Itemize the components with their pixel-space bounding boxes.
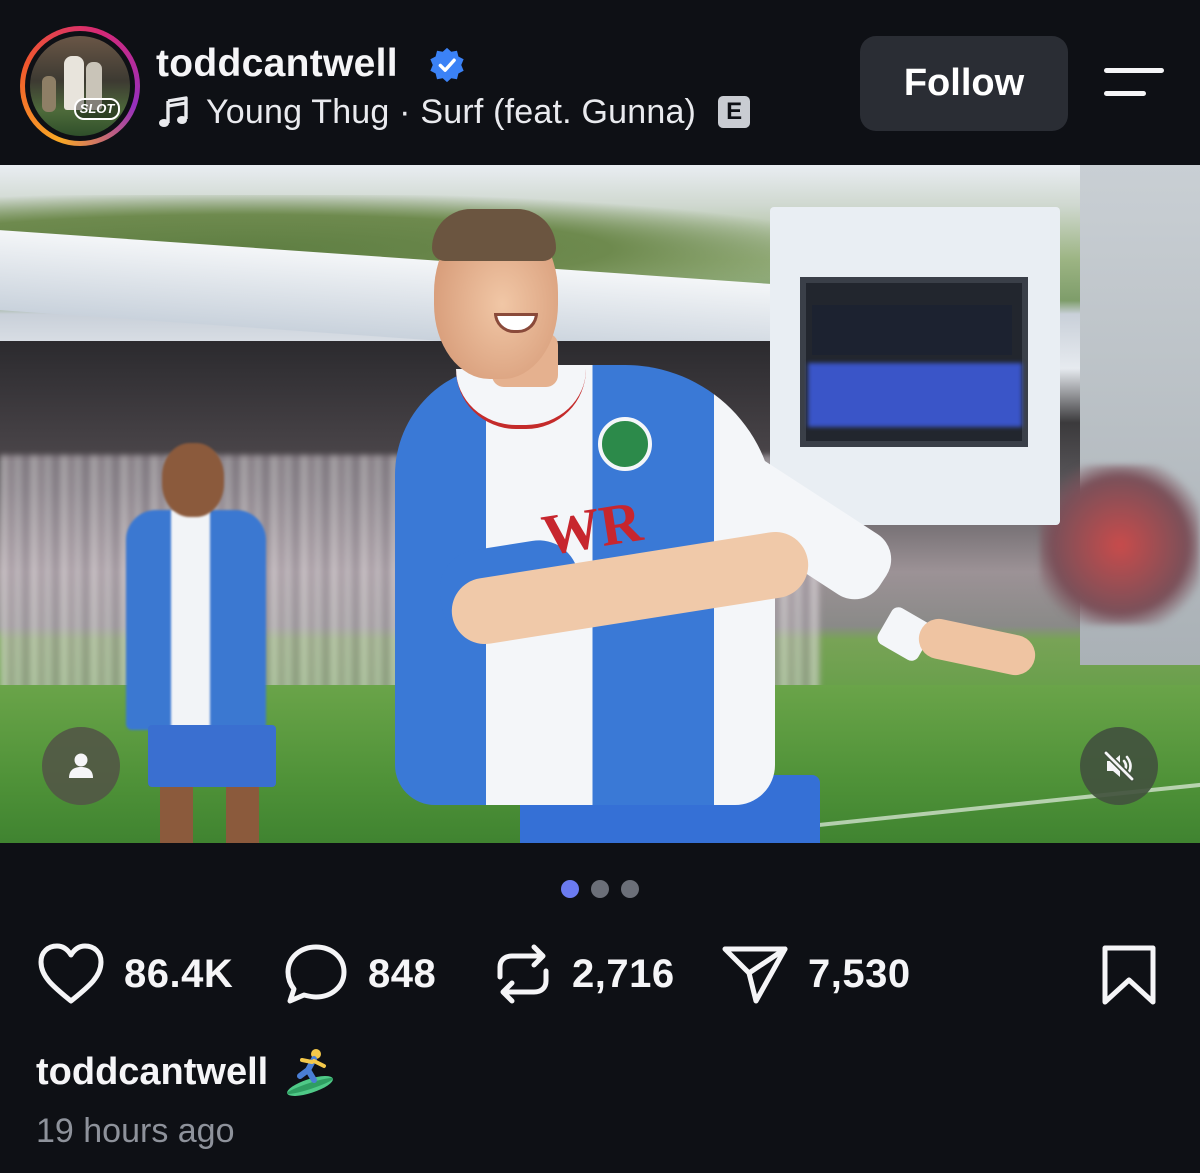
avatar-image: SLOT bbox=[30, 36, 130, 136]
post-timestamp: 19 hours ago bbox=[36, 1112, 235, 1150]
username[interactable]: toddcantwell bbox=[156, 42, 398, 86]
tagged-users-button[interactable] bbox=[42, 727, 120, 805]
action-bar: 86.4K 848 2,716 7,530 bbox=[0, 934, 1200, 1014]
carousel-dot bbox=[591, 880, 609, 898]
surfer-emoji bbox=[287, 1049, 334, 1096]
like-button[interactable]: 86.4K bbox=[36, 934, 233, 1014]
share-button[interactable]: 7,530 bbox=[720, 934, 911, 1014]
caption-username[interactable]: toddcantwell bbox=[36, 1051, 268, 1094]
verified-icon bbox=[430, 47, 464, 83]
carousel-indicator bbox=[0, 880, 1200, 904]
explicit-badge: E bbox=[718, 96, 751, 128]
menu-icon[interactable] bbox=[1100, 62, 1168, 102]
avatar-badge-text: SLOT bbox=[74, 98, 120, 120]
track-title: Young Thug · Surf (feat. Gunna) bbox=[206, 92, 697, 131]
repost-button[interactable]: 2,716 bbox=[492, 934, 675, 1014]
share-count: 7,530 bbox=[808, 951, 911, 996]
follow-button[interactable]: Follow bbox=[860, 36, 1068, 131]
comment-button[interactable]: 848 bbox=[282, 934, 436, 1014]
carousel-dot bbox=[621, 880, 639, 898]
user-tag-icon bbox=[69, 753, 93, 778]
comment-icon bbox=[285, 944, 347, 1004]
carousel-dot-active bbox=[561, 880, 579, 898]
share-icon bbox=[722, 946, 788, 1004]
like-count: 86.4K bbox=[124, 951, 234, 996]
caption: toddcantwell bbox=[36, 1044, 336, 1100]
post-image[interactable]: WR bbox=[0, 165, 1200, 843]
comment-count: 848 bbox=[368, 951, 437, 996]
post-header: SLOT toddcantwell Young Thug · Surf (fea… bbox=[0, 0, 1200, 165]
club-crest bbox=[598, 417, 652, 471]
mute-toggle-button[interactable] bbox=[1080, 727, 1158, 805]
mute-icon bbox=[1103, 750, 1135, 782]
repost-count: 2,716 bbox=[572, 951, 675, 996]
music-info[interactable]: Young Thug · Surf (feat. Gunna) E bbox=[156, 92, 751, 132]
profile-avatar[interactable]: SLOT bbox=[20, 26, 140, 146]
music-note-icon bbox=[159, 96, 188, 127]
heart-icon bbox=[38, 943, 104, 1004]
background-player bbox=[126, 510, 266, 730]
bookmark-icon[interactable] bbox=[1100, 944, 1158, 1006]
repost-icon bbox=[497, 944, 549, 1004]
